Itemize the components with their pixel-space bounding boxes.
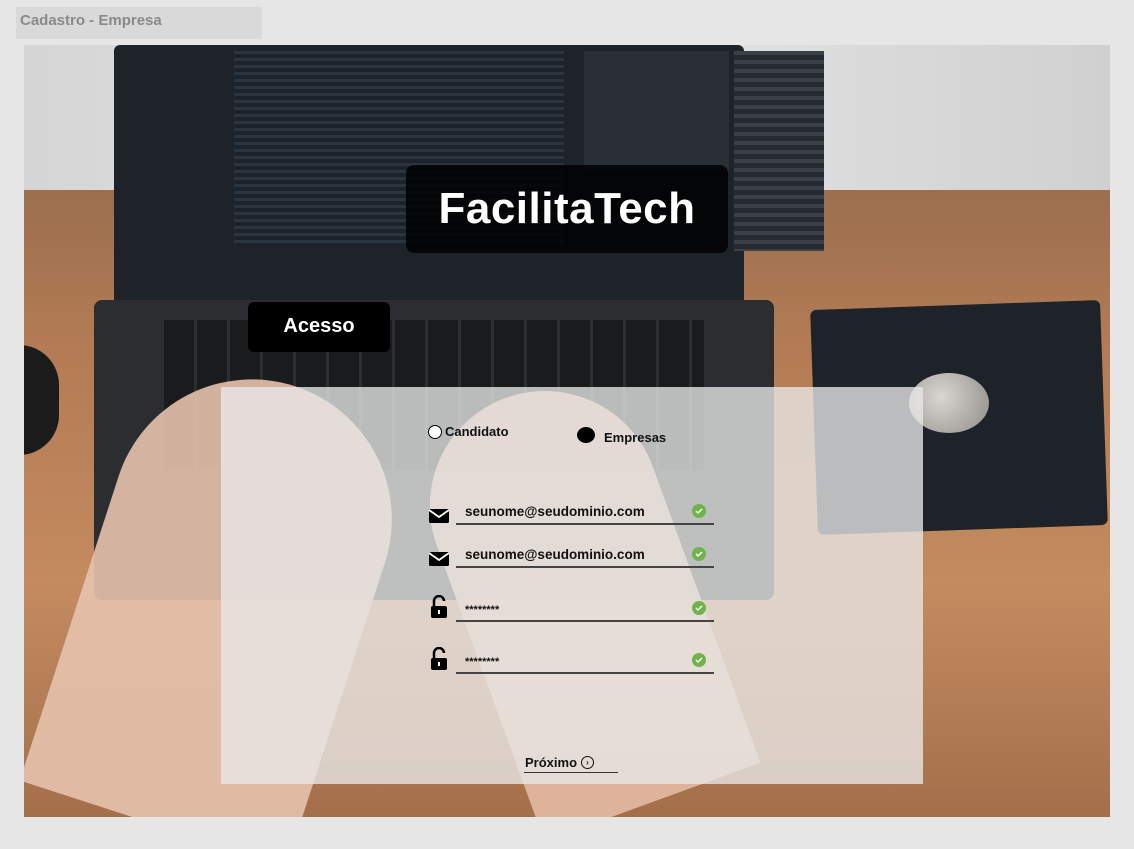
email-underline xyxy=(456,523,714,525)
page-label: Cadastro - Empresa xyxy=(16,7,262,39)
radio-filled-icon[interactable] xyxy=(577,426,595,443)
password-confirm-value[interactable]: ******** xyxy=(465,656,499,668)
email-confirm-value[interactable]: seunome@seudominio.com xyxy=(465,547,645,562)
radio-candidato[interactable]: Candidato xyxy=(428,424,509,439)
radio-label: Candidato xyxy=(445,424,509,439)
radio-circle-icon[interactable] xyxy=(428,424,442,439)
arrow-right-circle-icon: › xyxy=(581,756,595,769)
check-icon xyxy=(692,504,706,518)
signup-form: Candidato Empresas seunome@seudominio.co… xyxy=(221,387,923,784)
unlock-icon xyxy=(428,647,450,670)
tab-acesso[interactable]: Acesso xyxy=(248,302,390,352)
password-confirm-underline xyxy=(456,672,714,674)
hero-image: FacilitaTech Acesso Candidato Empresas s… xyxy=(24,45,1110,817)
radio-empresas[interactable]: Empresas xyxy=(577,424,666,445)
code-decor xyxy=(584,51,729,171)
code-decor xyxy=(734,51,824,251)
check-icon xyxy=(692,653,706,667)
camera-lens-decor xyxy=(24,345,59,455)
password-value[interactable]: ******** xyxy=(465,604,499,616)
check-icon xyxy=(692,601,706,615)
brand-title: FacilitaTech xyxy=(406,165,728,253)
email-field[interactable]: seunome@seudominio.com xyxy=(428,504,714,526)
check-icon xyxy=(692,547,706,561)
next-button[interactable]: Próximo › xyxy=(525,755,595,770)
email-confirm-underline xyxy=(456,566,714,568)
password-field[interactable]: ******** xyxy=(428,595,714,623)
envelope-icon xyxy=(428,506,450,526)
next-button-label: Próximo xyxy=(525,755,578,770)
email-value[interactable]: seunome@seudominio.com xyxy=(465,504,645,519)
email-confirm-field[interactable]: seunome@seudominio.com xyxy=(428,547,714,569)
unlock-icon xyxy=(428,595,450,618)
radio-label: Empresas xyxy=(604,430,667,445)
password-confirm-field[interactable]: ******** xyxy=(428,647,714,675)
envelope-icon xyxy=(428,549,450,569)
next-button-underline xyxy=(524,772,618,774)
password-underline xyxy=(456,620,714,622)
